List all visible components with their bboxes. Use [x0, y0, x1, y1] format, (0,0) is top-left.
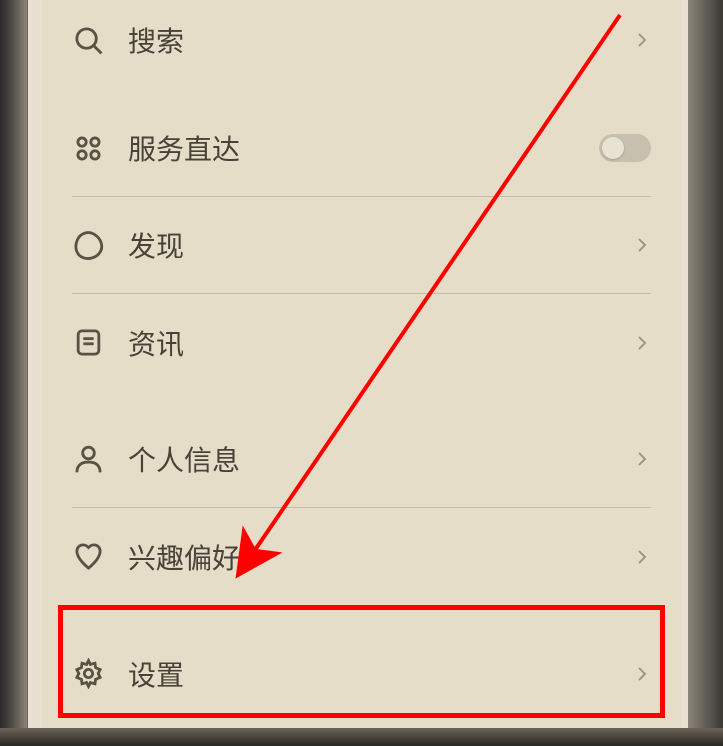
menu-item-settings[interactable]: 设置	[72, 625, 651, 722]
heart-icon	[72, 541, 104, 573]
phone-bezel-right	[688, 0, 723, 746]
chevron-right-icon	[633, 548, 651, 566]
compass-icon	[72, 229, 104, 261]
menu-item-label: 兴趣偏好	[128, 537, 633, 577]
grid-icon	[72, 132, 104, 164]
group-separator	[72, 80, 651, 100]
menu-item-label: 个人信息	[128, 439, 633, 479]
menu-item-label: 服务直达	[128, 128, 599, 168]
chevron-right-icon	[633, 450, 651, 468]
menu-item-label: 发现	[128, 225, 633, 265]
group-separator	[72, 605, 651, 625]
menu-item-discover[interactable]: 发现	[72, 197, 651, 294]
chevron-right-icon	[633, 334, 651, 352]
group-separator	[72, 391, 651, 411]
document-icon	[72, 327, 104, 359]
search-icon	[72, 24, 104, 56]
phone-bezel-left	[0, 0, 28, 746]
phone-bezel-bottom	[0, 728, 723, 746]
menu-item-label: 搜索	[128, 20, 633, 60]
menu-item-profile[interactable]: 个人信息	[72, 411, 651, 508]
menu-item-label: 资讯	[128, 323, 633, 363]
menu-item-label: 设置	[128, 654, 633, 694]
menu-item-news[interactable]: 资讯	[72, 294, 651, 391]
menu-item-shortcuts[interactable]: 服务直达	[72, 100, 651, 197]
chevron-right-icon	[633, 665, 651, 683]
chevron-right-icon	[633, 236, 651, 254]
menu-item-interests[interactable]: 兴趣偏好	[72, 508, 651, 605]
person-icon	[72, 443, 104, 475]
screen-area: 搜索 服务直达 发现	[42, 0, 681, 728]
gear-icon	[72, 658, 104, 690]
settings-menu-list: 搜索 服务直达 发现	[42, 0, 681, 722]
toggle-switch[interactable]	[599, 134, 651, 162]
menu-item-search[interactable]: 搜索	[72, 0, 651, 80]
chevron-right-icon	[633, 31, 651, 49]
